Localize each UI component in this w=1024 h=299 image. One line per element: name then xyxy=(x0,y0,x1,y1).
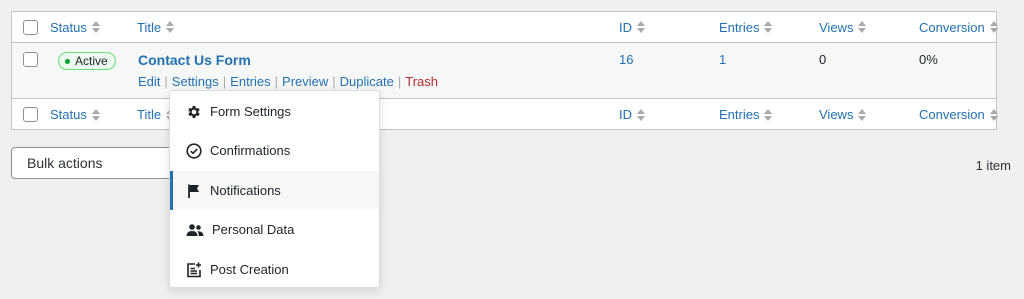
column-views-label: Views xyxy=(819,19,854,35)
column-status-footer[interactable]: Status xyxy=(50,99,100,130)
menu-item-personal-data[interactable]: Personal Data xyxy=(170,210,379,249)
sort-icon xyxy=(858,108,867,121)
column-conversion-footer[interactable]: Conversion xyxy=(919,99,998,130)
sort-icon xyxy=(989,21,998,33)
sort-icon xyxy=(166,21,175,33)
column-title-label: Title xyxy=(137,107,162,122)
menu-item-label: Post Creation xyxy=(210,262,289,277)
column-title-label: Title xyxy=(137,19,162,35)
separator: | xyxy=(164,74,168,89)
sort-icon xyxy=(637,21,645,33)
table-header: Status Title ID Entries Views Conversion xyxy=(12,12,998,43)
column-conversion-label: Conversion xyxy=(919,107,985,122)
entries-link[interactable]: Entries xyxy=(230,74,270,89)
select-all-checkbox-footer[interactable] xyxy=(23,107,38,122)
bulk-actions-select[interactable]: Bulk actions xyxy=(11,147,181,179)
column-entries-label: Entries xyxy=(719,19,760,35)
column-status-label: Status xyxy=(50,107,87,122)
item-count: 1 item xyxy=(975,158,1011,173)
column-entries[interactable]: Entries xyxy=(719,12,773,42)
separator: | xyxy=(332,74,336,89)
trash-link[interactable]: Trash xyxy=(405,74,438,89)
sort-icon xyxy=(637,108,645,121)
preview-link[interactable]: Preview xyxy=(282,74,328,89)
menu-item-label: Notifications xyxy=(210,183,281,198)
column-id[interactable]: ID xyxy=(619,12,645,42)
column-conversion[interactable]: Conversion xyxy=(919,12,998,42)
separator: | xyxy=(397,74,402,89)
table-footer: Status Title ID Entries Views Conversion xyxy=(12,98,998,130)
status-badge-label: Active xyxy=(75,54,108,68)
status-badge: Active xyxy=(58,52,116,70)
post-add-icon xyxy=(186,262,202,278)
menu-item-label: Personal Data xyxy=(212,222,295,237)
row-actions: Edit | Settings | Entries | Preview | Du… xyxy=(138,74,438,89)
flag-icon xyxy=(186,183,202,199)
column-entries-footer[interactable]: Entries xyxy=(719,99,773,130)
select-all-checkbox[interactable] xyxy=(23,20,38,35)
sort-icon xyxy=(91,108,100,121)
menu-item-label: Confirmations xyxy=(210,143,291,158)
users-icon xyxy=(186,222,204,238)
menu-item-form-settings[interactable]: Form Settings xyxy=(170,92,379,131)
form-title-link[interactable]: Contact Us Form xyxy=(138,52,251,68)
active-dot-icon xyxy=(65,58,70,64)
menu-item-confirmations[interactable]: Confirmations xyxy=(170,131,379,170)
sort-icon xyxy=(764,108,773,121)
check-circle-icon xyxy=(186,142,202,159)
form-id-link[interactable]: 16 xyxy=(619,52,633,67)
forms-table: Status Title ID Entries Views Conversion xyxy=(11,11,998,130)
duplicate-link[interactable]: Duplicate xyxy=(340,74,394,89)
sort-icon xyxy=(764,21,773,33)
column-views[interactable]: Views xyxy=(819,12,867,42)
sort-icon xyxy=(989,108,998,121)
bulk-actions-label: Bulk actions xyxy=(27,155,103,171)
table-row: Active Contact Us Form Edit | Settings |… xyxy=(12,43,996,98)
settings-link[interactable]: Settings xyxy=(172,74,219,89)
menu-item-post-creation[interactable]: Post Creation xyxy=(170,250,379,289)
column-title[interactable]: Title xyxy=(137,12,175,42)
separator: | xyxy=(274,74,279,89)
views-count: 0 xyxy=(819,52,827,67)
column-conversion-label: Conversion xyxy=(919,19,985,35)
column-status[interactable]: Status xyxy=(50,12,100,42)
menu-item-label: Form Settings xyxy=(210,104,291,119)
conversion-rate: 0% xyxy=(919,52,938,67)
entries-count-link[interactable]: 1 xyxy=(719,52,726,67)
gear-icon xyxy=(186,104,202,120)
column-views-label: Views xyxy=(819,107,854,122)
column-id-footer[interactable]: ID xyxy=(619,99,645,130)
column-status-label: Status xyxy=(50,19,87,35)
column-views-footer[interactable]: Views xyxy=(819,99,867,130)
row-checkbox[interactable] xyxy=(23,52,38,67)
column-id-label: ID xyxy=(619,107,632,122)
sort-icon xyxy=(858,21,867,33)
sort-icon xyxy=(91,21,100,33)
settings-dropdown-menu: Form Settings Confirmations Notification… xyxy=(169,90,380,288)
edit-link[interactable]: Edit xyxy=(138,74,160,89)
column-id-label: ID xyxy=(619,19,632,35)
separator: | xyxy=(222,74,227,89)
column-entries-label: Entries xyxy=(719,107,760,122)
menu-item-notifications[interactable]: Notifications xyxy=(170,171,379,210)
